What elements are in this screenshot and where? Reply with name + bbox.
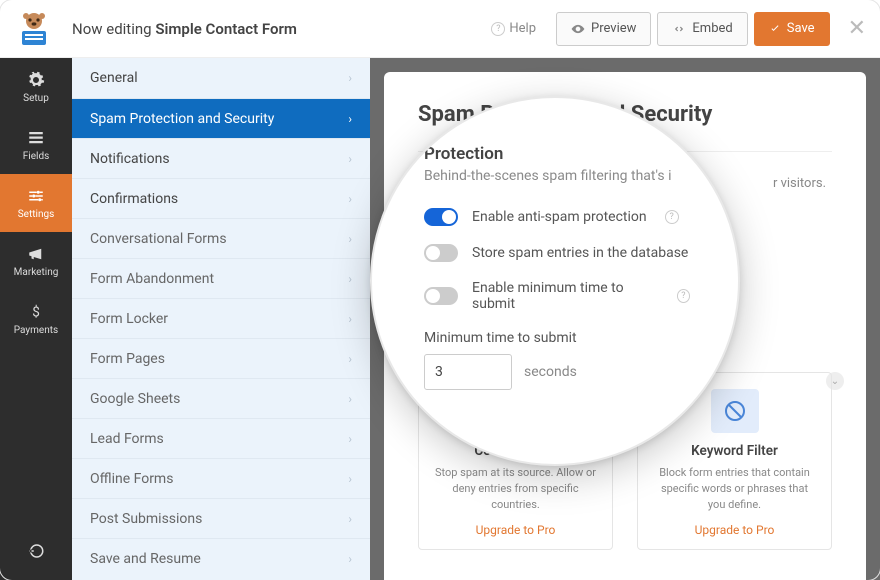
preview-button[interactable]: Preview <box>556 12 651 46</box>
sidebar-item-label: Conversational Forms <box>90 231 227 247</box>
card-title: Country Filter <box>433 443 598 459</box>
sidebar-item-label: Form Abandonment <box>90 271 214 287</box>
sidebar-item-notifications[interactable]: Notifications › <box>72 138 370 178</box>
sidebar-item-confirmations[interactable]: Confirmations › <box>72 178 370 218</box>
rail-label: Settings <box>18 209 55 220</box>
code-icon <box>672 22 686 36</box>
block-icon <box>711 389 759 433</box>
sidebar-item-label: Google Sheets <box>90 391 180 407</box>
upgrade-link[interactable]: Upgrade to Pro <box>433 523 598 537</box>
chevron-right-icon: › <box>348 152 352 166</box>
rail-settings[interactable]: Settings <box>0 174 72 232</box>
rail-history[interactable] <box>0 522 72 580</box>
megaphone-icon <box>27 245 45 263</box>
card-title: Keyword Filter <box>652 443 817 459</box>
chevron-right-icon: › <box>348 392 352 406</box>
chevron-right-icon: › <box>348 472 352 486</box>
sidebar-item-label: Notifications <box>90 151 170 167</box>
list-icon <box>27 129 45 147</box>
sidebar-item-label: General <box>90 70 138 86</box>
sidebar-item[interactable]: Lead Forms › <box>72 418 370 458</box>
globe-icon <box>492 389 540 433</box>
chevron-right-icon: › <box>348 432 352 446</box>
chevron-right-icon: › <box>348 312 352 326</box>
rail-setup[interactable]: Setup <box>0 58 72 116</box>
chevron-right-icon: › <box>348 352 352 366</box>
settings-sidebar: General › Spam Protection and Security › N… <box>72 58 370 580</box>
topbar: Now editing Simple Contact Form ? Help P… <box>0 0 880 58</box>
sidebar-item[interactable]: Form Pages › <box>72 338 370 378</box>
save-button[interactable]: Save <box>754 12 830 46</box>
sidebar-item-label: Form Pages <box>90 351 165 367</box>
help-icon: ? <box>491 22 505 36</box>
sidebar-item-label: Form Locker <box>90 311 168 327</box>
sidebar-item-label: Save and Resume <box>90 551 201 567</box>
sidebar-item[interactable]: Form Abandonment › <box>72 258 370 298</box>
sidebar-item[interactable]: Conversational Forms › <box>72 218 370 258</box>
editing-label: Now editing Simple Contact Form <box>72 20 297 38</box>
chevron-right-icon: › <box>348 512 352 526</box>
svg-text:$: $ <box>32 304 40 320</box>
rail-fields[interactable]: Fields <box>0 116 72 174</box>
app-logo <box>14 9 54 49</box>
rail-label: Payments <box>14 325 58 336</box>
sidebar-item[interactable]: Offline Forms › <box>72 458 370 498</box>
chevron-right-icon: › <box>348 192 352 206</box>
page-title: Spam Protection and Security <box>418 102 832 127</box>
chevron-right-icon: › <box>348 552 352 566</box>
check-icon <box>769 23 781 35</box>
chevron-right-icon: › <box>348 112 352 126</box>
sidebar-item-label: Lead Forms <box>90 431 164 447</box>
rail-label: Marketing <box>14 267 59 278</box>
sidebar-item-label: Confirmations <box>90 191 178 207</box>
sidebar-item-general[interactable]: General › <box>72 58 370 98</box>
card-keyword-filter: Keyword Filter Block form entries that c… <box>637 372 832 550</box>
sidebar-item[interactable]: Save and Resume › <box>72 538 370 578</box>
sidebar-item-spam[interactable]: Spam Protection and Security › <box>72 98 370 138</box>
sidebar-item[interactable]: Google Sheets › <box>72 378 370 418</box>
sidebar-item-label: Post Submissions <box>90 511 202 527</box>
divider <box>418 151 832 152</box>
settings-panel: Spam Protection and Security r visitors.… <box>384 72 866 580</box>
close-icon[interactable]: ✕ <box>848 16 866 41</box>
main-area: Spam Protection and Security r visitors.… <box>370 58 880 580</box>
upgrade-link[interactable]: Upgrade to Pro <box>652 523 817 537</box>
dollar-icon: $ <box>27 303 45 321</box>
card-desc: Block form entries that contain specific… <box>652 465 817 513</box>
visitors-fragment: r visitors. <box>773 176 826 191</box>
sliders-icon <box>27 187 45 205</box>
rail-payments[interactable]: $ Payments <box>0 290 72 348</box>
history-icon <box>27 542 45 560</box>
rail-label: Setup <box>23 93 49 104</box>
card-desc: Stop spam at its source. Allow or deny e… <box>433 465 598 513</box>
card-country-filter: Country Filter Stop spam at its source. … <box>418 372 613 550</box>
sidebar-item[interactable]: Form Locker › <box>72 298 370 338</box>
gear-icon <box>27 71 45 89</box>
chevron-right-icon: › <box>348 272 352 286</box>
chevron-right-icon: › <box>348 232 352 246</box>
rail-label: Fields <box>23 151 50 162</box>
sidebar-item-label: Offline Forms <box>90 471 173 487</box>
left-rail: Setup Fields Settings Marketing $ Paymen… <box>0 58 72 580</box>
eye-icon <box>571 22 585 36</box>
sidebar-item[interactable]: Post Submissions › <box>72 498 370 538</box>
embed-button[interactable]: Embed <box>657 12 747 46</box>
help-link[interactable]: ? Help <box>487 21 536 36</box>
chevron-right-icon: › <box>348 71 352 85</box>
rail-marketing[interactable]: Marketing <box>0 232 72 290</box>
sidebar-item-label: Spam Protection and Security <box>90 111 274 127</box>
